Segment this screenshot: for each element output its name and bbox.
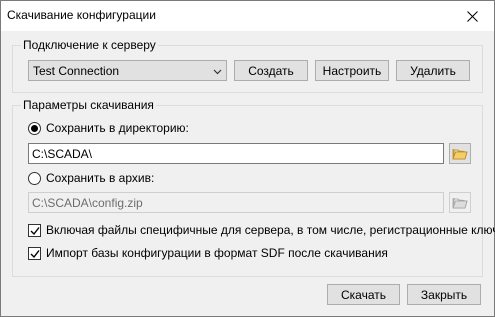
checkmark-icon bbox=[30, 250, 40, 259]
include-server-files-checkbox[interactable] bbox=[28, 224, 41, 237]
connection-select[interactable]: Test Connection bbox=[28, 60, 227, 81]
title-bar[interactable]: Скачивание конфигурации bbox=[1, 1, 494, 31]
import-sdf-label[interactable]: Импорт базы конфигурации в формат SDF по… bbox=[46, 246, 388, 260]
window-title: Скачивание конфигурации bbox=[7, 8, 156, 22]
archive-path-input[interactable]: C:\SCADA\config.zip bbox=[28, 192, 444, 213]
checkmark-icon bbox=[30, 227, 40, 236]
browse-dir-button[interactable] bbox=[449, 143, 471, 164]
chevron-down-icon bbox=[213, 69, 222, 75]
folder-open-icon bbox=[452, 149, 468, 160]
save-to-archive-label[interactable]: Сохранить в архив: bbox=[46, 171, 154, 185]
save-to-archive-radio[interactable] bbox=[28, 172, 41, 185]
close-button[interactable]: Закрыть bbox=[407, 284, 481, 305]
close-window-button[interactable] bbox=[450, 1, 494, 31]
close-icon bbox=[466, 10, 478, 22]
configure-button[interactable]: Настроить bbox=[315, 60, 389, 81]
archive-path-value: C:\SCADA\config.zip bbox=[32, 196, 143, 210]
import-sdf-checkbox[interactable] bbox=[28, 247, 41, 260]
download-params-legend: Параметры скачивания bbox=[21, 98, 156, 112]
connection-select-value: Test Connection bbox=[33, 64, 120, 78]
save-to-dir-label[interactable]: Сохранить в директорию: bbox=[46, 121, 189, 135]
server-connection-legend: Подключение к серверу bbox=[21, 38, 158, 52]
dialog-window: Скачивание конфигурации Подключение к се… bbox=[0, 0, 495, 317]
delete-button[interactable]: Удалить bbox=[396, 60, 470, 81]
download-button[interactable]: Скачать bbox=[327, 284, 400, 305]
save-to-dir-radio[interactable] bbox=[28, 122, 41, 135]
dir-path-input[interactable]: C:\SCADA\ bbox=[28, 143, 444, 164]
browse-archive-button[interactable] bbox=[449, 192, 471, 213]
folder-open-icon bbox=[452, 198, 468, 209]
create-button[interactable]: Создать bbox=[234, 60, 308, 81]
include-server-files-label[interactable]: Включая файлы специфичные для сервера, в… bbox=[46, 223, 495, 237]
dir-path-value: C:\SCADA\ bbox=[32, 147, 93, 161]
